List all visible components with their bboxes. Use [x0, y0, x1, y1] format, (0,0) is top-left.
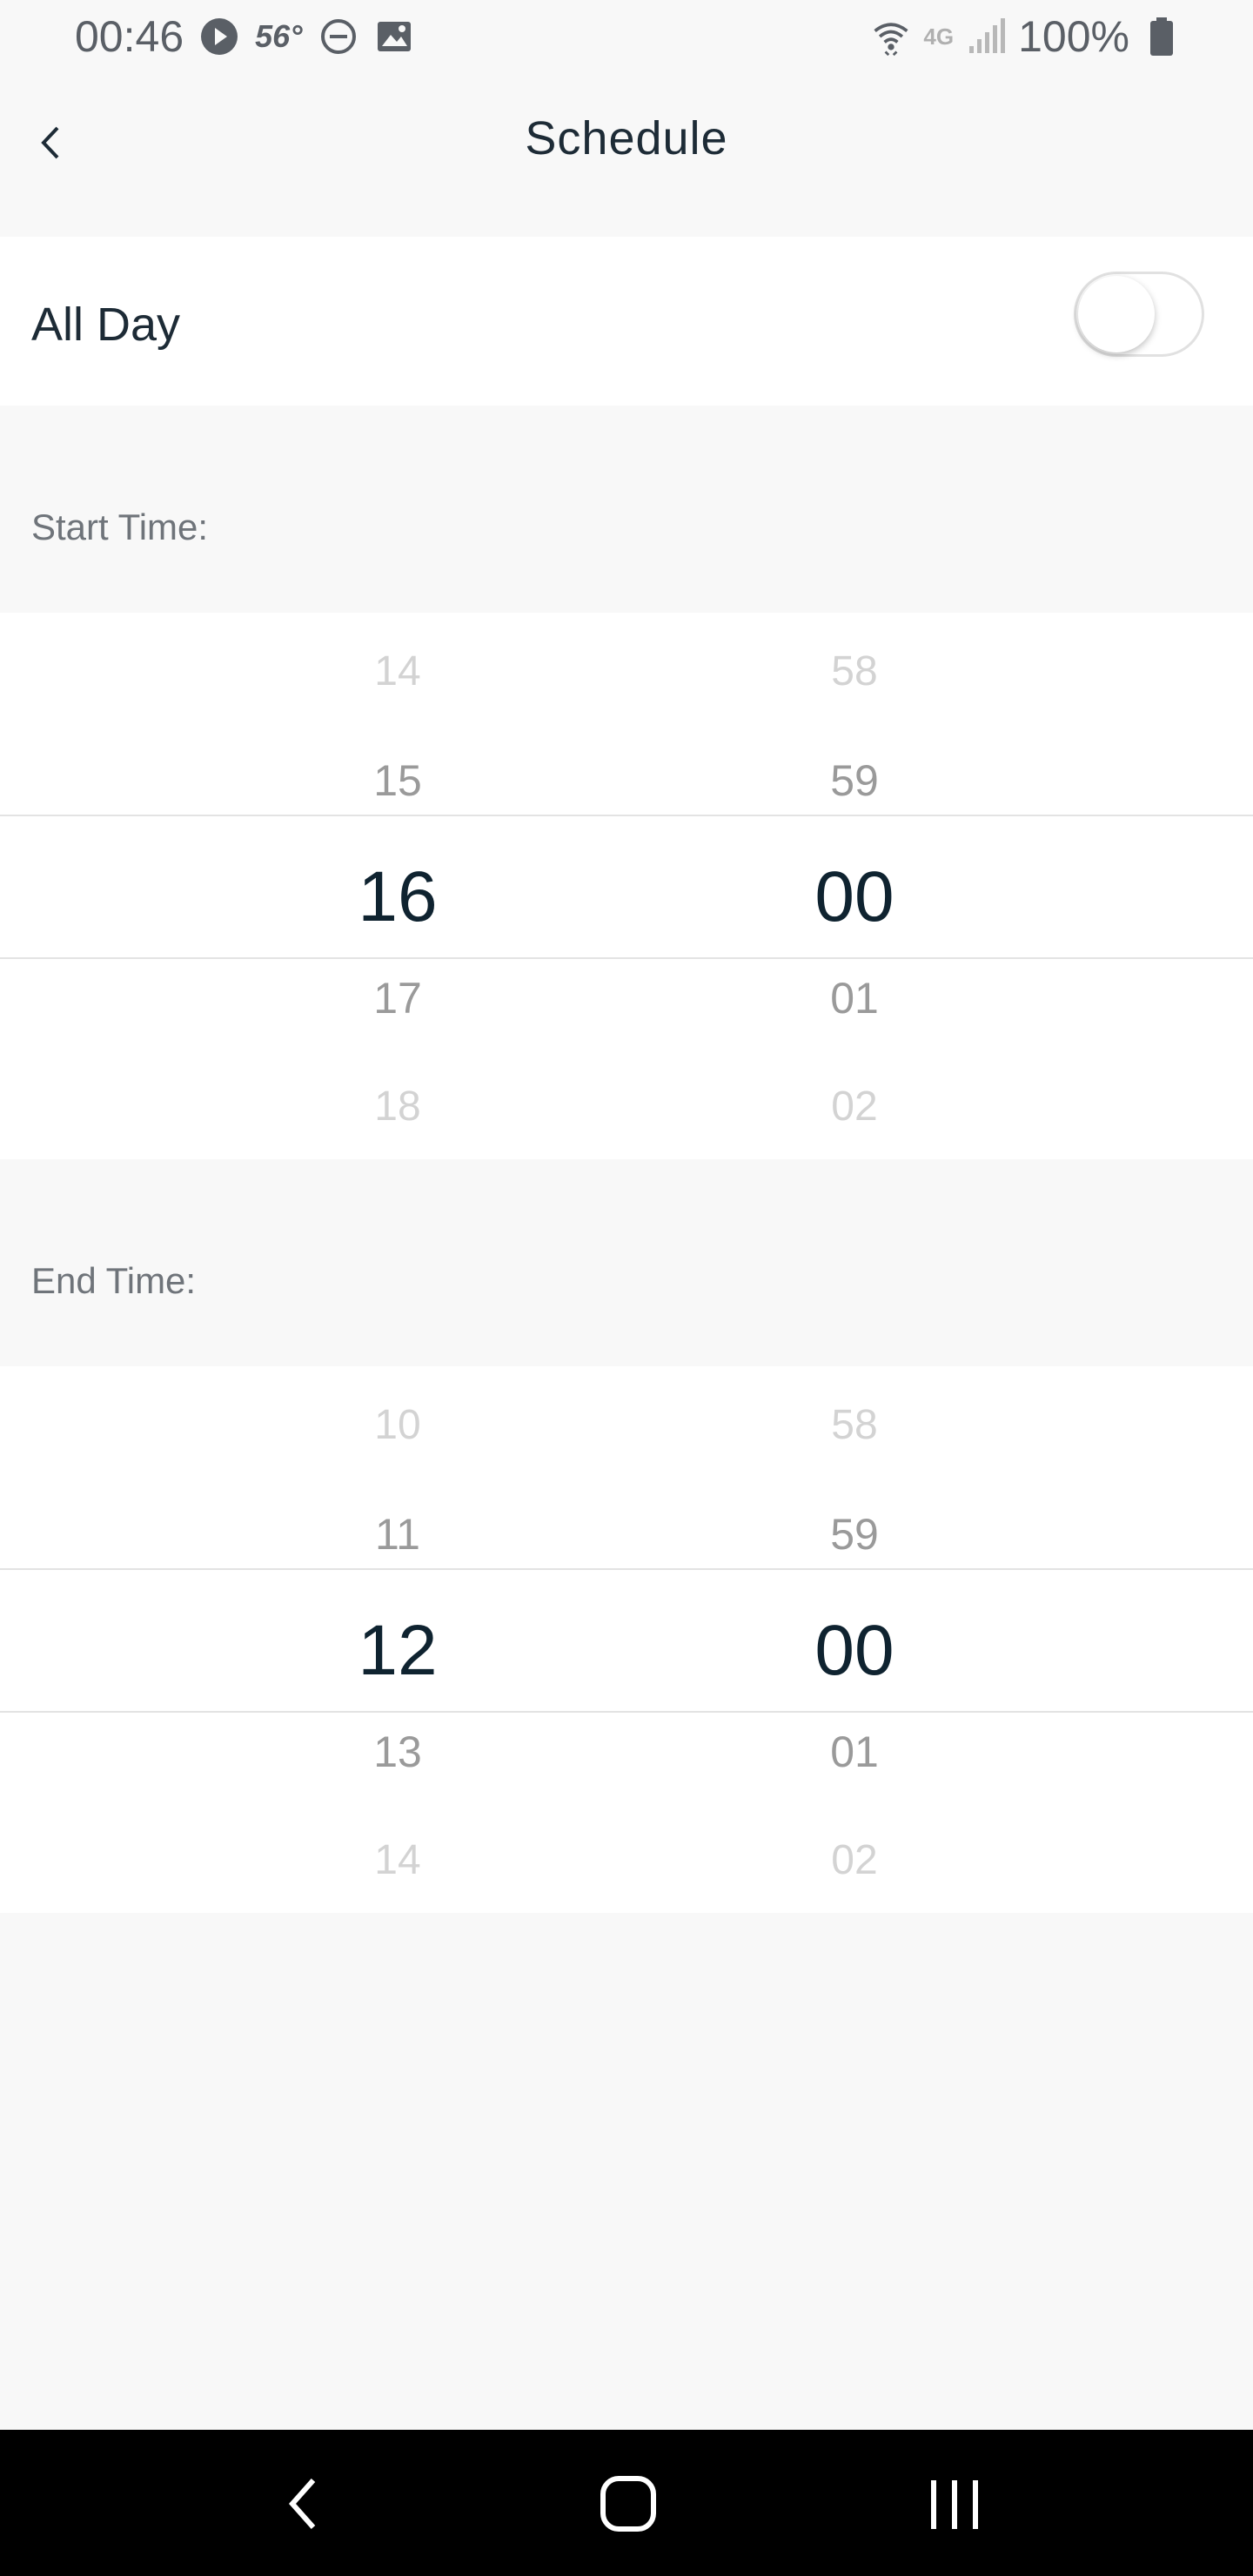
end-minute-option[interactable]: 01: [767, 1727, 941, 1777]
start-minute-option[interactable]: 58: [767, 647, 941, 695]
wifi-icon: [871, 17, 911, 57]
end-hour-option[interactable]: 10: [311, 1401, 485, 1449]
end-hour-option[interactable]: 13: [311, 1727, 485, 1777]
end-minute-selected[interactable]: 00: [767, 1610, 941, 1692]
selection-bottom-line: [0, 1711, 1253, 1713]
nav-home-icon: [600, 2476, 656, 2532]
battery-percent: 100%: [1018, 12, 1129, 61]
start-time-picker[interactable]: 14 15 16 17 18 58 59 00 01 02: [0, 613, 1253, 1159]
nav-recents-button[interactable]: [915, 2465, 994, 2543]
nav-back-button[interactable]: [263, 2465, 341, 2543]
all-day-label: All Day: [31, 299, 181, 351]
nav-recents-icon: [931, 2480, 978, 2529]
start-minute-option[interactable]: 01: [767, 973, 941, 1023]
start-hour-option[interactable]: 18: [311, 1083, 485, 1130]
status-time: 00:46: [75, 12, 184, 61]
start-minute-option[interactable]: 59: [767, 755, 941, 806]
start-hour-option[interactable]: 14: [311, 647, 485, 695]
status-bar: 00:46 56° 4G 100%: [0, 0, 1253, 73]
selection-bottom-line: [0, 957, 1253, 959]
start-minute-selected[interactable]: 00: [767, 856, 941, 938]
battery-icon: [1142, 17, 1182, 57]
start-time-label: Start Time:: [31, 506, 209, 547]
toggle-knob: [1078, 276, 1155, 352]
end-hour-option[interactable]: 14: [311, 1836, 485, 1884]
end-minute-option[interactable]: 59: [767, 1509, 941, 1560]
page-title: Schedule: [525, 112, 728, 164]
end-hour-option[interactable]: 11: [311, 1509, 485, 1560]
image-icon: [374, 17, 414, 57]
start-minute-option[interactable]: 02: [767, 1083, 941, 1130]
end-time-label: End Time:: [31, 1260, 197, 1301]
app-header: Schedule: [0, 73, 1253, 235]
nav-home-button[interactable]: [589, 2465, 667, 2543]
start-hour-selected[interactable]: 16: [311, 856, 485, 938]
end-time-picker[interactable]: 10 11 12 13 14 58 59 00 01 02: [0, 1366, 1253, 1913]
temperature-readout: 56°: [255, 18, 303, 54]
selection-top-line: [0, 815, 1253, 816]
network-type: 4G: [923, 23, 955, 50]
start-hour-option[interactable]: 17: [311, 973, 485, 1023]
nav-back-icon: [288, 2479, 316, 2529]
start-hour-option[interactable]: 15: [311, 755, 485, 806]
end-minute-option[interactable]: 02: [767, 1836, 941, 1884]
all-day-row: All Day: [0, 237, 1253, 406]
system-nav-bar: [0, 2430, 1253, 2576]
selection-top-line: [0, 1568, 1253, 1570]
play-icon: [199, 17, 239, 57]
end-hour-selected[interactable]: 12: [311, 1610, 485, 1692]
end-minute-option[interactable]: 58: [767, 1401, 941, 1449]
all-day-toggle[interactable]: [1074, 272, 1204, 357]
dnd-icon: [318, 17, 358, 57]
signal-icon: [966, 17, 1006, 57]
